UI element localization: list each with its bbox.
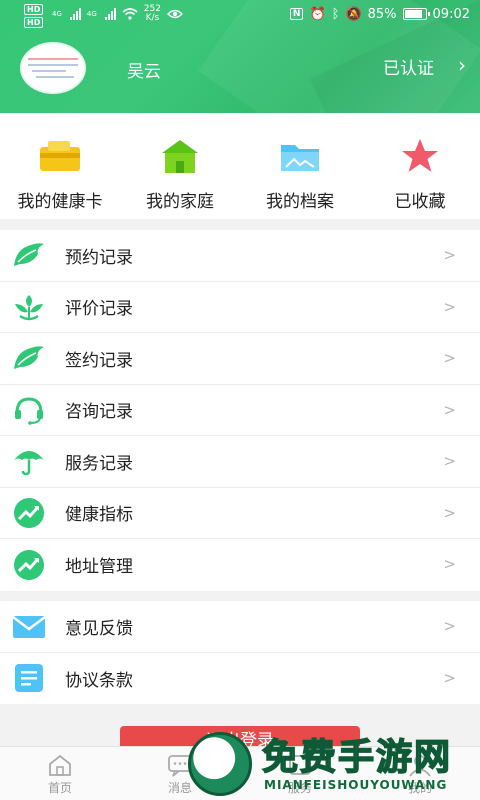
clock: 09:02	[432, 6, 470, 22]
avatar-detail	[32, 70, 66, 72]
avatar-detail	[36, 76, 74, 78]
quick-health-card[interactable]: 我的健康卡	[0, 113, 120, 219]
list-item-label: 协议条款	[65, 670, 133, 691]
chevron-right-icon: >	[443, 297, 456, 316]
mute-icon: 🔕	[345, 6, 362, 22]
bird-icon	[12, 342, 46, 374]
avatar-detail	[28, 58, 78, 60]
chevron-right-icon: >	[443, 617, 456, 635]
watermark-title: 免费手游网	[261, 736, 453, 779]
list-item-address[interactable]: 地址管理 >	[0, 539, 480, 591]
flower-icon	[12, 291, 46, 323]
status-right: N ⏰ ᛒ 🔕 85% 09:02	[289, 6, 470, 22]
signal-icon	[104, 8, 116, 20]
quick-family[interactable]: 我的家庭	[120, 113, 240, 219]
list-item-feedback[interactable]: 意见反馈 >	[0, 601, 480, 653]
eye-icon	[166, 9, 183, 19]
list-item-label: 预约记录	[65, 247, 133, 268]
document-icon	[12, 662, 46, 694]
wifi-icon	[122, 8, 138, 20]
star-icon	[402, 139, 438, 172]
mail-icon	[12, 610, 46, 642]
watermark: 免费手游网 MIANFEISHOUYOUWANG	[182, 726, 480, 800]
status-bar: HD HD 4G 4G 252 K/s N ⏰ ᛒ 🔕 85% 09:02	[0, 0, 480, 28]
list-item-contracts[interactable]: 签约记录 >	[0, 333, 480, 385]
verified-status[interactable]: 已认证	[383, 54, 434, 79]
records-list: 预约记录 > 评价记录 > 签约记录 > 咨询记录 > 服务记录 > 健康指标 …	[0, 230, 480, 591]
health-card-icon	[40, 141, 80, 171]
list-item-label: 咨询记录	[65, 402, 133, 423]
list-item-consultations[interactable]: 咨询记录 >	[0, 385, 480, 436]
home-outline-icon	[49, 754, 71, 776]
network-type: 4G	[52, 10, 62, 18]
chevron-right-icon: >	[443, 555, 456, 573]
list-item-label: 签约记录	[65, 350, 133, 371]
network-speed-unit: K/s	[145, 13, 160, 23]
list-item-label: 健康指标	[65, 505, 133, 526]
hd-badge: HD	[24, 4, 44, 15]
chevron-right-icon: >	[443, 349, 456, 367]
nfc-icon: N	[289, 8, 304, 20]
watermark-logo	[188, 732, 252, 796]
list-item-label: 服务记录	[65, 453, 133, 474]
chevron-right-icon: >	[443, 452, 456, 470]
profile-header: HD HD 4G 4G 252 K/s N ⏰ ᛒ 🔕 85% 09:02 吴云…	[0, 0, 480, 113]
list-item-label: 评价记录	[65, 299, 133, 320]
list-item-reviews[interactable]: 评价记录 >	[0, 282, 480, 333]
list-item-health-metrics[interactable]: 健康指标 >	[0, 488, 480, 539]
user-name: 吴云	[127, 62, 161, 82]
quick-actions: 我的健康卡 我的家庭 我的档案 已收藏	[0, 113, 480, 219]
quick-label: 已收藏	[394, 192, 446, 212]
list-item-label: 地址管理	[65, 557, 133, 578]
watermark-subtitle: MIANFEISHOUYOUWANG	[264, 778, 448, 792]
quick-label: 我的家庭	[146, 192, 214, 212]
chevron-right-icon: >	[443, 503, 456, 522]
network-speed: 252 K/s	[144, 5, 161, 23]
chevron-right-icon: >	[443, 246, 456, 264]
list-item-appointments[interactable]: 预约记录 >	[0, 230, 480, 282]
network-type: 4G	[86, 10, 97, 18]
chevron-right-icon: >	[443, 400, 456, 419]
tab-home[interactable]: 首页	[0, 747, 120, 800]
list-item-terms[interactable]: 协议条款 >	[0, 653, 480, 705]
signal-group: 4G 4G 252 K/s	[52, 5, 183, 23]
chevron-right-icon[interactable]: ›	[458, 53, 466, 77]
chevron-right-icon: >	[443, 668, 456, 687]
others-list: 意见反馈 > 协议条款 >	[0, 601, 480, 704]
quick-label: 我的档案	[266, 192, 334, 212]
battery-icon	[402, 8, 430, 20]
list-item-services[interactable]: 服务记录 >	[0, 436, 480, 488]
quick-favorites[interactable]: 已收藏	[360, 113, 480, 219]
list-item-label: 意见反馈	[65, 618, 133, 639]
home-icon	[162, 140, 198, 173]
quick-label: 我的健康卡	[17, 192, 103, 212]
my-page: HD HD 4G 4G 252 K/s N ⏰ ᛒ 🔕 85% 09:02 吴云…	[0, 0, 480, 800]
avatar-detail	[28, 64, 78, 66]
bluetooth-icon: ᛒ	[331, 6, 340, 22]
folder-icon	[281, 145, 319, 171]
trend-icon	[12, 549, 46, 581]
battery-percent: 85%	[367, 6, 397, 22]
alarm-icon: ⏰	[309, 6, 326, 22]
quick-archive[interactable]: 我的档案	[240, 113, 360, 219]
headset-icon	[12, 394, 46, 426]
trend-icon	[12, 497, 46, 529]
avatar[interactable]	[20, 42, 86, 94]
umbrella-icon	[12, 445, 46, 477]
signal-icon	[69, 8, 81, 20]
tab-label: 首页	[47, 781, 72, 795]
bird-icon	[12, 239, 46, 271]
hd-badge: HD	[24, 17, 44, 28]
hd-indicators: HD HD	[24, 4, 44, 28]
